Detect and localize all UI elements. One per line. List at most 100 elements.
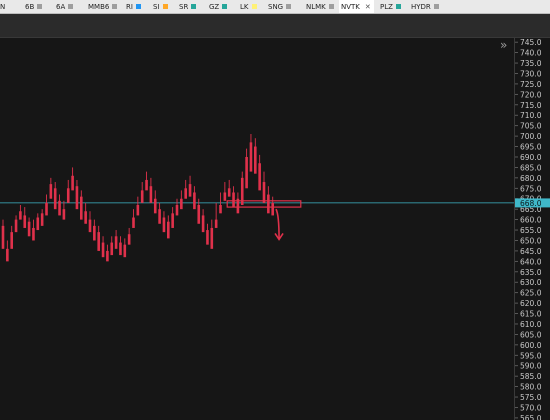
candle xyxy=(53,182,57,210)
axis-tick-label: 640.0 xyxy=(520,257,542,266)
candle xyxy=(171,207,174,228)
axis-tick-label: 705.0 xyxy=(520,122,542,131)
candle-body xyxy=(132,217,135,228)
tab-color-marker xyxy=(112,4,118,9)
tab-ri[interactable]: RI xyxy=(126,0,141,13)
candle xyxy=(14,215,18,233)
tab-plz[interactable]: PLZ xyxy=(380,0,401,13)
candle xyxy=(123,238,127,258)
candle-body xyxy=(145,179,148,191)
tab-color-marker xyxy=(37,4,43,9)
candle xyxy=(110,236,114,256)
tab-6b[interactable]: 6B xyxy=(25,0,43,13)
annotation-arrow-shaft[interactable] xyxy=(275,208,280,239)
candle-body xyxy=(158,209,161,224)
candle-body xyxy=(232,192,235,208)
chart-plot-area[interactable]: » xyxy=(0,38,514,420)
candle-body xyxy=(193,192,196,210)
candle-body xyxy=(188,184,192,197)
price-axis[interactable]: 745.0 740.0 735.0 730.0 725.0 720.0 715.0 710.0… xyxy=(514,38,550,420)
tab-gz[interactable]: GZ xyxy=(209,0,228,13)
tab-nlmk[interactable]: NLMK xyxy=(306,0,334,13)
candle-body xyxy=(14,219,18,233)
candle-body xyxy=(119,242,122,256)
tab-label: N xyxy=(0,2,6,11)
tab-color-marker xyxy=(222,4,228,9)
candle xyxy=(36,213,40,231)
tab-label: LK xyxy=(240,2,249,11)
candlestick-chart[interactable] xyxy=(0,38,514,420)
candle xyxy=(140,182,144,203)
candle xyxy=(180,190,183,210)
candle xyxy=(75,179,79,210)
axis-tick-label: 700.0 xyxy=(520,132,542,141)
candle-body xyxy=(66,188,70,203)
axis-tick-label: 715.0 xyxy=(520,101,542,110)
candle-body xyxy=(162,217,166,233)
candle xyxy=(162,211,166,233)
close-tab-icon[interactable]: ✕ xyxy=(365,3,371,11)
candle-body xyxy=(80,196,83,220)
tab-nvtk[interactable]: NVTK ✕ xyxy=(339,0,374,13)
tab-color-marker xyxy=(433,4,439,9)
candle-body xyxy=(153,198,157,214)
axis-tick-label: 585.0 xyxy=(520,372,542,381)
candle-body xyxy=(127,234,131,245)
candle-body xyxy=(10,232,13,249)
candle-body xyxy=(206,230,209,245)
candle-body xyxy=(184,188,187,199)
candle-body xyxy=(227,188,231,197)
tab-si[interactable]: SI xyxy=(153,0,168,13)
tab-6a[interactable]: 6A xyxy=(56,0,74,13)
tab-color-marker xyxy=(328,4,334,9)
candle-body xyxy=(114,236,118,249)
tab-n[interactable]: N xyxy=(0,0,5,13)
tab-sng[interactable]: SNG xyxy=(268,0,292,13)
collapse-panel-icon[interactable]: » xyxy=(500,39,507,51)
tab-color-marker xyxy=(68,4,74,9)
tab-mmb6[interactable]: MMB6 xyxy=(88,0,118,13)
axis-tick-label: 600.0 xyxy=(520,341,542,350)
price-axis-scale[interactable]: 745.0 740.0735.0730.0 725.0720.0 715.0710.0… xyxy=(515,38,550,420)
candle xyxy=(188,175,192,197)
axis-tick-label: 725.0 xyxy=(520,80,542,89)
axis-tick-label: 630.0 xyxy=(520,278,542,287)
axis-tick-label: 620.0 xyxy=(520,299,542,308)
tab-color-marker xyxy=(395,4,401,9)
candle xyxy=(127,227,131,245)
candle xyxy=(84,202,87,224)
candle-body xyxy=(214,219,218,228)
axis-tick-label: 595.0 xyxy=(520,351,542,360)
tab-lk[interactable]: LK xyxy=(240,0,257,13)
tab-color-marker xyxy=(251,4,257,9)
candle-body xyxy=(267,194,270,214)
axis-tick-label: 740.0 xyxy=(520,49,542,58)
axis-tick-label: 605.0 xyxy=(520,330,542,339)
tab-label: GZ xyxy=(209,2,220,11)
axis-tick-label: 625.0 xyxy=(520,289,542,298)
candle-body xyxy=(123,244,127,258)
candle xyxy=(158,202,161,224)
tab-sr[interactable]: SR xyxy=(179,0,197,13)
candle xyxy=(227,179,231,197)
tab-hydr[interactable]: HYDR xyxy=(411,0,439,13)
tab-label: MMB6 xyxy=(88,2,110,11)
candle-body xyxy=(136,204,140,216)
tab-color-marker xyxy=(135,4,141,9)
candle-body xyxy=(219,204,222,214)
candle xyxy=(32,219,35,241)
candle-body xyxy=(36,217,40,231)
tab-color-marker xyxy=(286,4,292,9)
candle xyxy=(149,177,153,203)
tab-label: RI xyxy=(126,2,133,11)
tab-color-marker xyxy=(162,4,168,9)
candle xyxy=(93,219,96,241)
candle-body xyxy=(258,163,261,191)
candle xyxy=(45,194,48,216)
candle-body xyxy=(1,225,5,249)
axis-tick-label: 570.0 xyxy=(520,403,542,412)
candle xyxy=(236,192,240,214)
candle-body xyxy=(171,213,174,228)
candle xyxy=(175,198,179,216)
candle-body xyxy=(140,190,144,203)
